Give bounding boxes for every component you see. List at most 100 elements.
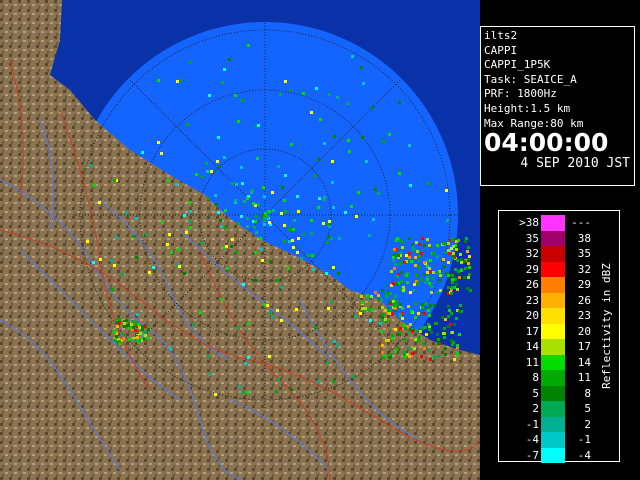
echo-pixel	[347, 139, 350, 142]
echo-pixel	[113, 179, 116, 182]
echo-pixel	[297, 237, 300, 240]
echo-pixel	[145, 233, 148, 236]
echo-pixel	[413, 283, 416, 286]
echo-pixel	[365, 160, 368, 163]
echo-pixel	[315, 87, 318, 90]
echo-pixel	[169, 347, 172, 350]
echo-pixel	[361, 301, 364, 304]
echo-pixel	[235, 183, 238, 186]
echo-pixel	[430, 331, 433, 334]
echo-pixel	[428, 282, 431, 285]
echo-pixel	[429, 358, 432, 361]
echo-pixel	[436, 333, 439, 336]
echo-pixel	[224, 226, 227, 229]
echo-pixel	[290, 143, 293, 146]
echo-pixel	[465, 237, 468, 240]
echo-pixel	[389, 292, 392, 295]
echo-pixel	[115, 236, 118, 239]
echo-pixel	[445, 189, 448, 192]
echo-pixel	[113, 339, 116, 342]
echo-pixel	[217, 211, 220, 214]
echo-pixel	[125, 319, 128, 322]
echo-pixel	[263, 303, 266, 306]
echo-pixel	[388, 312, 391, 315]
echo-pixel	[468, 266, 471, 269]
echo-pixel	[293, 219, 296, 222]
echo-pixel	[208, 373, 211, 376]
echo-pixel	[397, 254, 400, 257]
echo-pixel	[442, 242, 445, 245]
legend-high-value: 32	[577, 262, 591, 276]
echo-pixel	[179, 79, 182, 82]
echo-pixel	[283, 224, 286, 227]
echo-pixel	[252, 202, 255, 205]
echo-pixel	[459, 253, 462, 256]
echo-pixel	[403, 353, 406, 356]
echo-pixel	[195, 173, 198, 176]
echo-pixel	[283, 199, 286, 202]
echo-pixel	[426, 275, 429, 278]
echo-pixel	[434, 322, 437, 325]
legend-high-value: 17	[577, 340, 591, 353]
echo-pixel	[392, 259, 395, 262]
echo-pixel	[444, 318, 447, 321]
echo-pixel	[148, 271, 151, 274]
echo-pixel	[116, 325, 119, 328]
echo-pixel	[403, 350, 406, 353]
echo-pixel	[401, 317, 404, 320]
echo-pixel	[280, 212, 283, 215]
echo-pixel	[405, 274, 408, 277]
echo-pixel	[241, 182, 244, 185]
echo-pixel	[362, 82, 365, 85]
legend-low-value: -7	[525, 448, 539, 462]
echo-pixel	[246, 217, 249, 220]
echo-pixel	[284, 80, 287, 83]
echo-pixel	[401, 307, 404, 310]
echo-pixel	[451, 286, 454, 289]
echo-pixel	[409, 291, 412, 294]
echo-pixel	[442, 258, 445, 261]
echo-pixel	[327, 307, 330, 310]
echo-pixel	[330, 237, 333, 240]
echo-pixel	[218, 165, 221, 168]
echo-pixel	[448, 309, 451, 312]
echo-pixel	[118, 321, 121, 324]
echo-pixel	[400, 240, 403, 243]
echo-pixel	[394, 295, 397, 298]
echo-pixel	[183, 214, 186, 217]
echo-pixel	[403, 338, 406, 341]
echo-pixel	[237, 120, 240, 123]
echo-pixel	[302, 233, 305, 236]
echo-pixel	[428, 267, 431, 270]
radar-map[interactable]	[0, 0, 480, 480]
legend-swatch	[541, 261, 565, 277]
echo-pixel	[382, 140, 385, 143]
echo-pixel	[314, 174, 317, 177]
echo-pixel	[458, 310, 461, 313]
echo-pixel	[325, 272, 328, 275]
echo-pixel	[380, 330, 383, 333]
echo-pixel	[421, 303, 424, 306]
echo-pixel	[176, 80, 179, 83]
echo-pixel	[125, 211, 128, 214]
echo-pixel	[381, 306, 384, 309]
echo-pixel	[447, 286, 450, 289]
echo-pixel	[439, 274, 442, 277]
echo-pixel	[189, 210, 192, 213]
echo-pixel	[247, 44, 250, 47]
legend-high-value: 8	[584, 386, 591, 400]
echo-pixel	[408, 237, 411, 240]
echo-pixel	[447, 305, 450, 308]
echo-pixel	[468, 255, 471, 258]
echo-pixel	[354, 315, 357, 318]
legend-unit-label: Reflectivity in dBZ	[600, 263, 613, 389]
echo-pixel	[460, 261, 463, 264]
echo-pixel	[451, 238, 454, 241]
echo-pixel	[221, 298, 224, 301]
echo-pixel	[141, 325, 144, 328]
echo-pixel	[318, 197, 321, 200]
echo-pixel	[415, 329, 418, 332]
echo-pixel	[394, 350, 397, 353]
echo-pixel	[383, 354, 386, 357]
echo-pixel	[389, 356, 392, 359]
